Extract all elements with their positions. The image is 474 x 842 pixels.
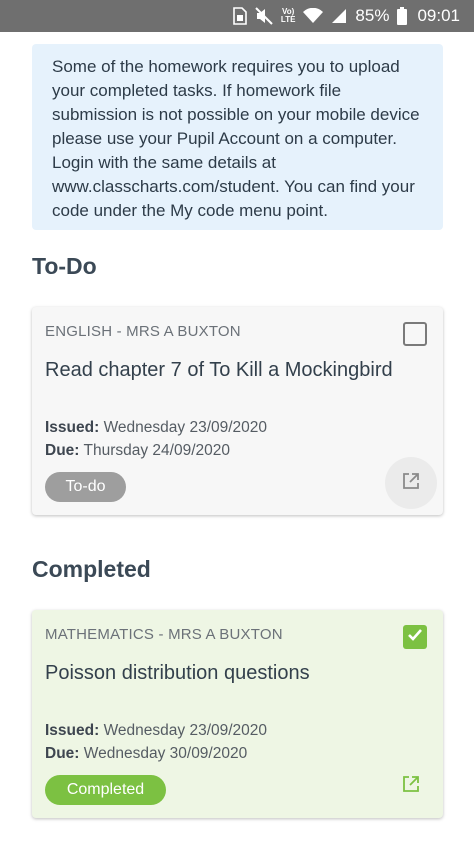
wifi-icon xyxy=(303,8,324,24)
completion-checkbox[interactable] xyxy=(403,322,427,346)
section-title-todo: To-Do xyxy=(32,253,97,279)
notice-text: Some of the homework requires you to upl… xyxy=(52,57,420,220)
due-date: Thursday 24/09/2020 xyxy=(83,442,230,459)
due-date: Wednesday 30/09/2020 xyxy=(83,745,248,762)
upload-notice: Some of the homework requires you to upl… xyxy=(32,44,443,230)
card-issued: Issued: Wednesday 23/09/2020 xyxy=(45,722,267,740)
section-title-completed: Completed xyxy=(32,556,151,582)
issued-label: Issued: xyxy=(45,419,100,436)
card-subject: MATHEMATICS - MRS A BUXTON xyxy=(45,626,283,643)
card-due: Due: Wednesday 30/09/2020 xyxy=(45,745,247,763)
open-homework-button[interactable] xyxy=(385,760,437,812)
issued-date: Wednesday 23/09/2020 xyxy=(103,722,268,739)
card-task-title: Poisson distribution questions xyxy=(45,662,310,684)
status-bar: Vo) LTE 85% 09:01 xyxy=(0,0,474,32)
status-badge: Completed xyxy=(45,775,166,805)
open-in-new-icon xyxy=(402,775,420,798)
issued-label: Issued: xyxy=(45,722,100,739)
open-in-new-icon xyxy=(402,472,420,495)
card-subject: ENGLISH - MRS A BUXTON xyxy=(45,323,241,340)
battery-icon xyxy=(397,7,408,25)
open-homework-button[interactable] xyxy=(385,457,437,509)
mute-icon xyxy=(255,7,273,25)
signal-icon xyxy=(331,8,347,24)
card-due: Due: Thursday 24/09/2020 xyxy=(45,442,230,460)
due-label: Due: xyxy=(45,745,80,762)
homework-card-completed[interactable]: MATHEMATICS - MRS A BUXTON Poisson distr… xyxy=(32,610,443,818)
card-issued: Issued: Wednesday 23/09/2020 xyxy=(45,419,267,437)
homework-card-todo[interactable]: ENGLISH - MRS A BUXTON Read chapter 7 of… xyxy=(32,307,443,515)
battery-percent: 85% xyxy=(355,6,390,25)
sim-icon xyxy=(233,7,247,25)
clock: 09:01 xyxy=(417,6,460,25)
completion-checkbox[interactable] xyxy=(403,625,427,649)
issued-date: Wednesday 23/09/2020 xyxy=(103,419,268,436)
status-badge: To-do xyxy=(45,472,126,502)
volte-icon: Vo) LTE xyxy=(280,7,296,24)
card-task-title: Read chapter 7 of To Kill a Mockingbird xyxy=(45,359,393,381)
checkmark-icon xyxy=(406,626,424,649)
due-label: Due: xyxy=(45,442,80,459)
